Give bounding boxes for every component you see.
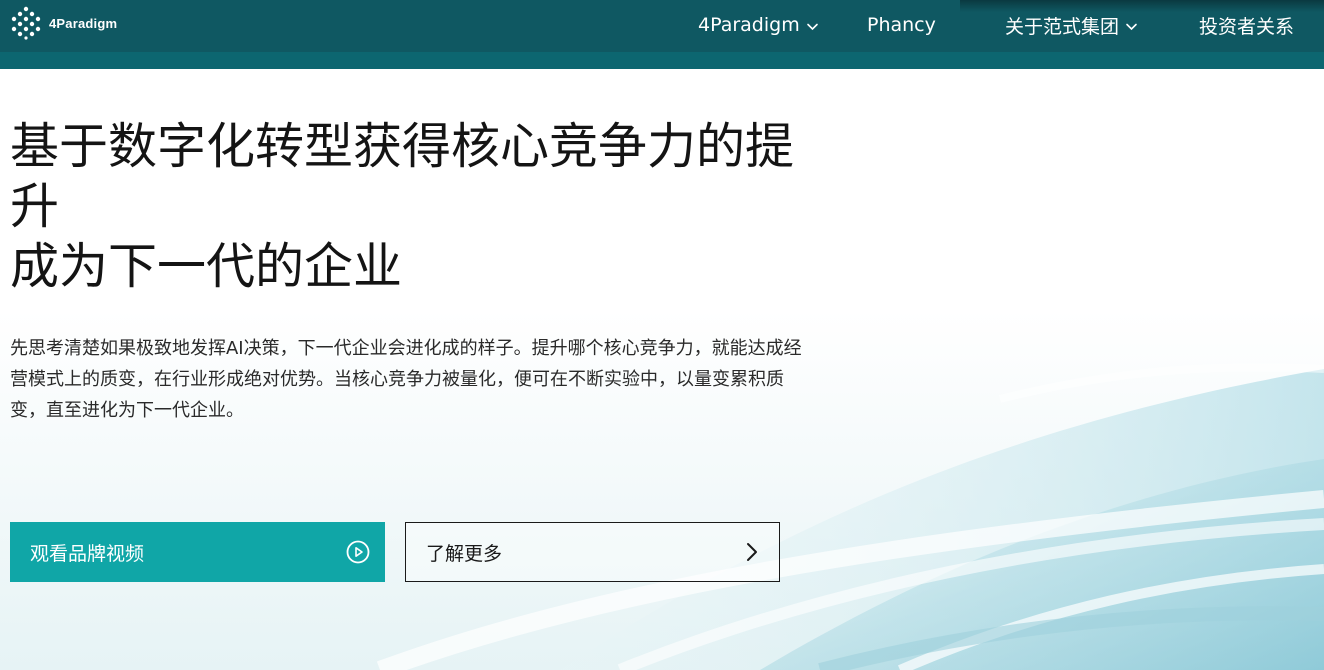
header-shadow <box>960 0 1324 12</box>
watch-brand-video-button[interactable]: 观看品牌视频 <box>10 522 385 582</box>
header-bottom-strip <box>0 52 1324 69</box>
intro-line: 变，直至进化为下一代企业。 <box>10 400 244 421</box>
brand-name: 4Paradigm <box>49 15 118 31</box>
dot-lattice-logo-icon <box>11 6 41 40</box>
nav-item-4paradigm[interactable]: 4Paradigm <box>698 12 819 38</box>
headline-line: 成为下一代的企业 <box>10 238 403 295</box>
chevron-down-icon <box>1126 23 1137 30</box>
watch-brand-video-label: 观看品牌视频 <box>30 542 145 565</box>
learn-more-button[interactable]: 了解更多 <box>405 522 780 582</box>
nav-item-label: 关于范式集团 <box>1005 15 1120 38</box>
nav-item-label: Phancy <box>867 14 936 36</box>
chevron-down-icon <box>806 23 818 30</box>
top-navigation-bar: 4Paradigm 4Paradigm Phancy 关于范式集团 投资者关系 <box>0 0 1324 69</box>
nav-item-label: 投资者关系 <box>1199 15 1295 38</box>
play-circle-icon <box>346 540 370 564</box>
nav-item-about-group[interactable]: 关于范式集团 <box>1005 12 1138 38</box>
nav-item-phancy[interactable]: Phancy <box>867 12 936 38</box>
nav-item-investor-relations[interactable]: 投资者关系 <box>1199 12 1294 38</box>
hero-intro-paragraph: 先思考清楚如果极致地发挥AI决策，下一代企业会进化成的样子。提升哪个核心竞争力，… <box>10 333 892 426</box>
headline-line: 基于数字化转型获得核心竞争力的提 <box>10 118 795 175</box>
headline-line: 升 <box>10 178 60 235</box>
learn-more-label: 了解更多 <box>426 542 503 565</box>
brand-logo[interactable]: 4Paradigm <box>9 6 118 40</box>
hero-headline: 基于数字化转型获得核心竞争力的提 升 成为下一代的企业 <box>10 117 870 297</box>
intro-line: 先思考清楚如果极致地发挥AI决策，下一代企业会进化成的样子。提升哪个核心竞争力，… <box>10 338 802 359</box>
intro-line: 营模式上的质变，在行业形成绝对优势。当核心竞争力被量化，便可在不断实验中，以量变… <box>10 369 784 390</box>
chevron-right-icon <box>747 543 757 561</box>
nav-item-label: 4Paradigm <box>698 14 800 36</box>
